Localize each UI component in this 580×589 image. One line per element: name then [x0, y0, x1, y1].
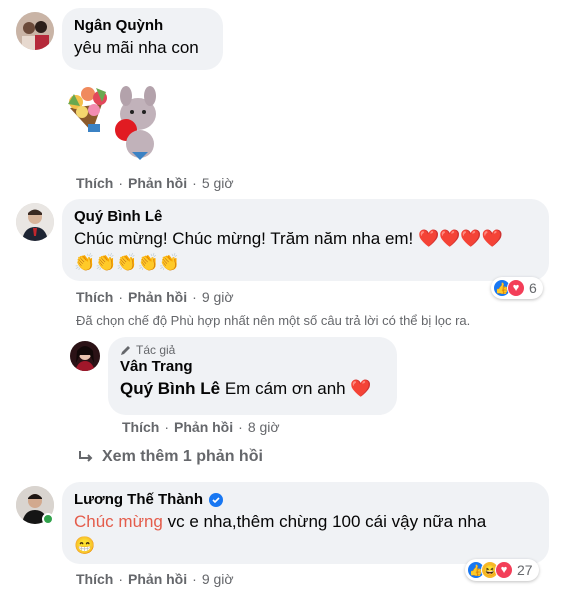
- online-status-dot: [42, 513, 54, 525]
- view-more-label: Xem thêm 1 phản hồi: [102, 448, 263, 465]
- love-reaction-icon: ♥: [507, 279, 525, 297]
- filter-notice: Đã chọn chế độ Phù hợp nhất nên một số c…: [76, 313, 471, 328]
- pencil-icon: [121, 346, 130, 355]
- comment-bubble: Ngân Quỳnh yêu mãi nha con: [62, 8, 223, 70]
- comment-author-name: Lương Thế Thành: [74, 491, 204, 508]
- reaction-count: 6: [529, 280, 537, 296]
- separator: ·: [118, 175, 124, 191]
- separator: ·: [192, 571, 197, 587]
- reaction-summary[interactable]: 👍 😆 ♥ 27: [465, 559, 539, 581]
- separator: ·: [118, 571, 124, 587]
- author-badge-label: Tác giả: [136, 343, 176, 357]
- comment-author[interactable]: Quý Bình Lê: [74, 207, 537, 227]
- comment-bubble: Lương Thế Thành Chúc mừng vc e nha,thêm …: [62, 482, 549, 564]
- reply-button[interactable]: Phản hồi: [128, 175, 187, 191]
- comment-author[interactable]: Lương Thế Thành: [74, 490, 537, 510]
- avatar-quy-binh-le[interactable]: [16, 203, 54, 241]
- reply-button[interactable]: Phản hồi: [128, 571, 187, 587]
- mention-link[interactable]: Quý Bình Lê: [120, 379, 220, 398]
- comment-text: Chúc mừng! Chúc mừng! Trăm năm nha em! ❤…: [74, 229, 503, 248]
- reply-bubble: Tác giả Vân Trang Quý Bình Lê Em cám ơn …: [108, 337, 397, 415]
- reply-button[interactable]: Phản hồi: [174, 419, 233, 435]
- reaction-count: 27: [517, 562, 533, 578]
- comment-author[interactable]: Ngân Quỳnh: [74, 16, 211, 36]
- comment-emoji-line: 😁: [74, 536, 96, 555]
- comment-text-body: vc e nha,thêm chừng 100 cái vậy nữa nha: [162, 512, 487, 531]
- comment-emoji-line: 👏👏👏👏👏: [74, 253, 180, 272]
- separator: ·: [192, 289, 197, 305]
- love-reaction-icon: ♥: [495, 561, 513, 579]
- reply-author[interactable]: Vân Trang: [120, 357, 385, 377]
- reply-actions: Thích · Phản hồi · 8 giờ: [122, 419, 280, 435]
- view-more-replies-button[interactable]: Xem thêm 1 phản hồi: [78, 448, 263, 466]
- avatar-ngan-quynh[interactable]: [16, 12, 54, 50]
- like-button[interactable]: Thích: [122, 419, 159, 435]
- separator: ·: [192, 175, 197, 191]
- sticker-flowers-bear: [62, 74, 162, 168]
- like-button[interactable]: Thích: [76, 175, 113, 191]
- separator: ·: [238, 419, 243, 435]
- avatar-van-trang[interactable]: [70, 341, 100, 371]
- reply-time[interactable]: 8 giờ: [248, 419, 280, 435]
- reply-text-body: Em cám ơn anh ❤️: [220, 379, 372, 398]
- comment-actions: Thích · Phản hồi · 5 giờ: [76, 175, 234, 191]
- reply-text: Quý Bình Lê Em cám ơn anh ❤️: [120, 377, 385, 401]
- comment-text: yêu mãi nha con: [74, 38, 199, 57]
- reaction-summary[interactable]: 👍 ♥ 6: [491, 277, 543, 299]
- separator: ·: [164, 419, 170, 435]
- reply-arrow-icon: [79, 451, 93, 462]
- like-button[interactable]: Thích: [76, 289, 113, 305]
- like-button[interactable]: Thích: [76, 571, 113, 587]
- comment-actions: Thích · Phản hồi · 9 giờ: [76, 571, 234, 587]
- verified-badge-icon: [209, 493, 224, 507]
- comment-text: Chúc mừng vc e nha,thêm chừng 100 cái vậ…: [74, 510, 537, 534]
- comment-time[interactable]: 9 giờ: [202, 571, 234, 587]
- reply-button[interactable]: Phản hồi: [128, 289, 187, 305]
- comment-actions: Thích · Phản hồi · 9 giờ: [76, 289, 234, 305]
- comment-bubble: Quý Bình Lê Chúc mừng! Chúc mừng! Trăm n…: [62, 199, 549, 281]
- author-badge: Tác giả: [120, 343, 385, 357]
- comment-time[interactable]: 5 giờ: [202, 175, 234, 191]
- separator: ·: [118, 289, 124, 305]
- comment-time[interactable]: 9 giờ: [202, 289, 234, 305]
- highlighted-text: Chúc mừng: [74, 512, 163, 531]
